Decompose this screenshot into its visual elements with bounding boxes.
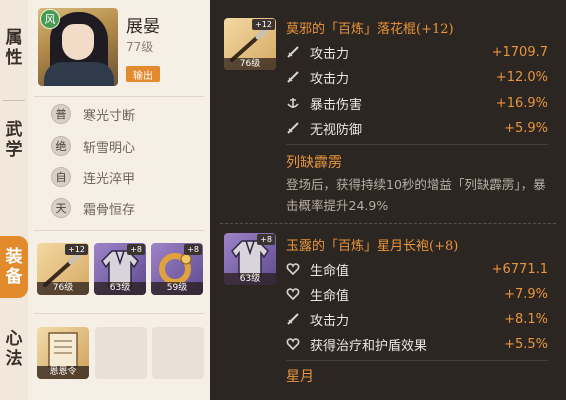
stat-value: +5.5% bbox=[504, 336, 548, 352]
section-divider bbox=[34, 96, 204, 97]
skill-name: 斩雪明心 bbox=[83, 140, 136, 156]
stat-label: 无视防御 bbox=[310, 122, 363, 138]
tab-attributes[interactable]: 属性 bbox=[0, 8, 28, 88]
anchor-icon bbox=[286, 96, 300, 110]
skill-type-badge: 绝 bbox=[51, 136, 71, 156]
set-effect-name: 列缺霹雳 bbox=[286, 155, 342, 171]
stat-divider bbox=[286, 360, 548, 361]
stat-value: +6771.1 bbox=[491, 261, 548, 277]
section-divider bbox=[34, 230, 204, 231]
item-level: 76级 bbox=[224, 58, 276, 70]
tab-divider bbox=[3, 100, 25, 101]
equip-slot-armor[interactable]: +8 63级 bbox=[94, 243, 146, 295]
equip-slot-weapon[interactable]: +12 76级 bbox=[37, 243, 89, 295]
tab-attributes-label: 属性 bbox=[5, 28, 23, 68]
skill-item[interactable]: 自 连光淬甲 bbox=[51, 166, 135, 188]
sword-icon bbox=[286, 121, 300, 135]
item-level: 59级 bbox=[151, 282, 203, 295]
heart-icon bbox=[286, 287, 300, 301]
stat-row: 攻击力 +12.0% bbox=[286, 67, 548, 87]
stat-row: 攻击力 +8.1% bbox=[286, 309, 548, 329]
tab-martial-arts-label: 武学 bbox=[5, 120, 23, 160]
item-title: 莫邪的「百炼」落花棍(+12) bbox=[286, 22, 454, 37]
skill-type-badge: 天 bbox=[51, 198, 71, 218]
enhance-level: +12 bbox=[65, 244, 88, 255]
element-badge: 风 bbox=[40, 9, 60, 29]
stat-row: 暴击伤害 +16.9% bbox=[286, 93, 548, 113]
hero-name: 展晏 bbox=[126, 17, 160, 37]
item-thumbnail[interactable]: +12 76级 bbox=[224, 18, 276, 70]
stat-label: 获得治疗和护盾效果 bbox=[310, 338, 428, 354]
stat-row: 获得治疗和护盾效果 +5.5% bbox=[286, 334, 548, 354]
empty-mind-slot[interactable] bbox=[95, 327, 147, 379]
empty-mind-slot[interactable] bbox=[152, 327, 204, 379]
sword-icon bbox=[286, 45, 300, 59]
skill-type-badge: 普 bbox=[51, 104, 71, 124]
item-level: 76级 bbox=[37, 282, 89, 295]
enhance-level: +12 bbox=[252, 19, 275, 30]
skill-item[interactable]: 天 霜骨恒存 bbox=[51, 197, 135, 219]
item-separator bbox=[220, 223, 556, 224]
stat-value: +16.9% bbox=[495, 95, 548, 111]
item-level: 63级 bbox=[94, 282, 146, 295]
stat-divider bbox=[286, 144, 548, 145]
stat-label: 暴击伤害 bbox=[310, 97, 363, 113]
item-detail-panel: +12 76级 莫邪的「百炼」落花棍(+12) 攻击力 +1709.7 攻击力 … bbox=[210, 0, 566, 400]
stat-value: +1709.7 bbox=[491, 44, 548, 60]
set-effect-name: 星月 bbox=[286, 369, 314, 385]
stat-value: +12.0% bbox=[495, 69, 548, 85]
skill-name: 连光淬甲 bbox=[83, 171, 136, 187]
hero-panel: 风 展晏 77级 输出 普 寒光寸断 绝 斩雪明心 自 连光淬甲 天 霜骨恒存 … bbox=[28, 0, 210, 400]
stat-row: 生命值 +7.9% bbox=[286, 284, 548, 304]
stat-label: 攻击力 bbox=[310, 313, 350, 329]
mind-method-label: 恩恩令 bbox=[37, 366, 89, 379]
item-thumbnail[interactable]: +8 63级 bbox=[224, 233, 276, 285]
stat-row: 攻击力 +1709.7 bbox=[286, 42, 548, 62]
skill-item[interactable]: 普 寒光寸断 bbox=[51, 103, 135, 125]
equip-slot-accessory[interactable]: +8 59级 bbox=[151, 243, 203, 295]
enhance-level: +8 bbox=[127, 244, 145, 255]
tab-mind-method-label: 心法 bbox=[5, 329, 23, 369]
tab-mind-method[interactable]: 心法 bbox=[0, 318, 28, 380]
heart-icon bbox=[286, 337, 300, 351]
stat-value: +7.9% bbox=[504, 286, 548, 302]
stat-label: 攻击力 bbox=[310, 71, 350, 87]
enhance-level: +8 bbox=[184, 244, 202, 255]
stat-label: 生命值 bbox=[310, 263, 350, 279]
skill-type-badge: 自 bbox=[51, 167, 71, 187]
item-title: 玉露的「百炼」星月长袍(+8) bbox=[286, 239, 459, 254]
stat-row: 无视防御 +5.9% bbox=[286, 118, 548, 138]
stat-value: +8.1% bbox=[504, 311, 548, 327]
stat-row: 生命值 +6771.1 bbox=[286, 259, 548, 279]
item-level: 63级 bbox=[224, 273, 276, 285]
set-effect-desc: 登场后，获得持续10秒的增益「列缺霹雳」，暴击概率提升24.9% bbox=[286, 177, 546, 213]
section-divider bbox=[34, 313, 204, 314]
tab-equipment-label: 装备 bbox=[5, 247, 23, 287]
hero-level: 77级 bbox=[126, 40, 154, 54]
tab-rail: 属性 武学 装备 心法 bbox=[0, 0, 28, 400]
sword-icon bbox=[286, 312, 300, 326]
role-tag: 输出 bbox=[126, 66, 160, 82]
enhance-level: +8 bbox=[257, 234, 275, 245]
mind-method-slot[interactable]: 恩恩令 bbox=[37, 327, 89, 379]
skill-item[interactable]: 绝 斩雪明心 bbox=[51, 135, 135, 157]
skill-name: 寒光寸断 bbox=[83, 108, 136, 124]
tab-martial-arts[interactable]: 武学 bbox=[0, 110, 28, 170]
stat-label: 攻击力 bbox=[310, 46, 350, 62]
skill-name: 霜骨恒存 bbox=[83, 202, 136, 218]
heart-icon bbox=[286, 262, 300, 276]
stat-label: 生命值 bbox=[310, 288, 350, 304]
tab-equipment[interactable]: 装备 bbox=[0, 236, 28, 298]
sword-icon bbox=[286, 70, 300, 84]
stat-value: +5.9% bbox=[504, 120, 548, 136]
